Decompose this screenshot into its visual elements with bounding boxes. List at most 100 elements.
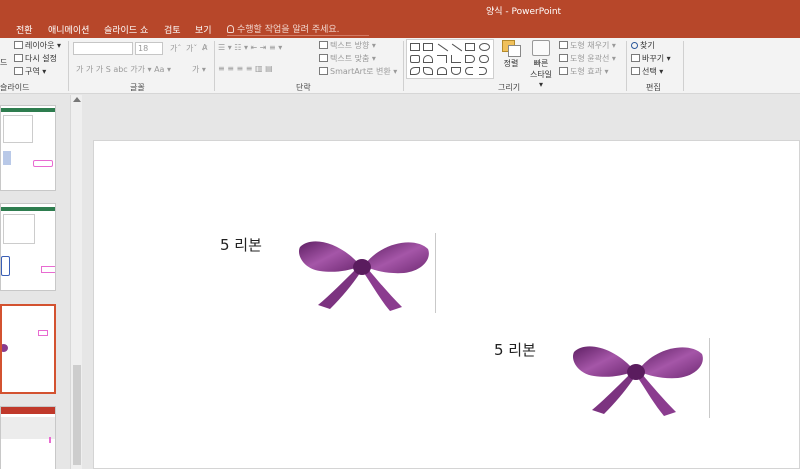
magnifier-icon	[631, 42, 638, 49]
layout-button[interactable]: 레이아웃 ▾	[14, 40, 61, 51]
textbox-shape-icon[interactable]	[410, 43, 420, 51]
align-text-button[interactable]: 텍스트 맞춤 ▾	[319, 53, 376, 64]
tab-animations[interactable]: 애니메이션	[48, 23, 89, 36]
section-icon	[14, 67, 23, 75]
group-separator	[214, 41, 215, 91]
thumb-table-header	[1, 207, 55, 211]
section-button[interactable]: 구역 ▾	[14, 66, 46, 77]
block-arrow-shape-icon[interactable]	[465, 55, 475, 63]
ribbon-image[interactable]	[566, 338, 710, 418]
bullets-button[interactable]: ☰ ▾ ☷ ▾ ⇤ ⇥ ≡ ▾	[218, 43, 282, 52]
shape-effects-button[interactable]: 도형 효과 ▾	[559, 66, 609, 77]
ribbon-caption[interactable]: 5 리본	[220, 234, 262, 255]
font-name-box[interactable]	[73, 42, 133, 55]
wave-shape-icon[interactable]	[451, 67, 461, 75]
freeform-shape-icon[interactable]	[423, 67, 433, 75]
quick-styles-button[interactable]: 빠른 스타일 ▾	[527, 40, 555, 89]
find-button[interactable]: 찾기	[631, 40, 655, 51]
thumb-ribbon-image	[2, 344, 8, 352]
group-separator	[68, 41, 69, 91]
editing-group-label: 편집	[646, 83, 661, 92]
group-separator	[626, 41, 627, 91]
image-edge	[435, 233, 436, 313]
smartart-button[interactable]: SmartArt로 변환 ▾	[319, 66, 397, 77]
slide-thumbnail[interactable]	[0, 406, 56, 469]
shrink-font-button[interactable]: 가ˇ	[186, 43, 197, 54]
curve-shape-icon[interactable]	[410, 67, 420, 75]
reset-icon	[14, 54, 23, 62]
arrange-icon	[502, 40, 521, 57]
ribbon-image[interactable]	[292, 233, 436, 313]
thumbnail-scrollbar[interactable]	[70, 95, 82, 469]
thumb-chart-block	[3, 151, 11, 165]
font-group-label: 글꼴	[130, 83, 145, 92]
slide-thumbnail[interactable]	[0, 105, 56, 191]
text-direction-icon	[319, 41, 328, 49]
purple-ribbon-bow-icon	[298, 241, 429, 311]
left-brace-shape-icon[interactable]	[465, 67, 473, 75]
slides-group-label: 슬라이드	[0, 83, 30, 92]
shapes-gallery[interactable]	[406, 39, 494, 79]
slide-thumbnail[interactable]	[0, 203, 56, 291]
tab-view[interactable]: 보기	[195, 23, 212, 36]
paragraph-group-label: 단락	[296, 83, 311, 92]
elbow-arrow-shape-icon[interactable]	[451, 55, 461, 63]
tab-transitions[interactable]: 전환	[16, 23, 33, 36]
arrange-button[interactable]: 정렬	[499, 40, 523, 69]
slide-thumbnail-selected[interactable]	[0, 304, 56, 394]
thumb-pink-box	[33, 160, 53, 167]
tab-review[interactable]: 검토	[164, 23, 181, 36]
grow-font-button[interactable]: 가ˆ	[170, 43, 181, 54]
ribbon-caption[interactable]: 5 리본	[494, 339, 536, 360]
down-arrow-shape-icon[interactable]	[479, 55, 489, 63]
rectangle-shape-icon[interactable]	[465, 43, 475, 51]
clear-format-button[interactable]: A̷	[202, 43, 207, 52]
select-button[interactable]: 선택 ▾	[631, 66, 663, 77]
drawing-group-label: 그리기	[498, 83, 521, 92]
thumb-gray-block	[1, 417, 55, 439]
oval-shape-icon[interactable]	[479, 43, 490, 51]
cursor-icon	[631, 67, 640, 75]
arc-shape-icon[interactable]	[437, 67, 447, 75]
group-separator	[403, 41, 404, 91]
font-format-row[interactable]: 가 가 가 S abc 가가 ▾ Aa ▾	[76, 64, 171, 75]
scroll-thumb[interactable]	[73, 365, 81, 465]
rounded-rect-shape-icon[interactable]	[410, 55, 420, 63]
smartart-icon	[319, 67, 328, 75]
layout-icon	[14, 41, 23, 49]
replace-button[interactable]: 바꾸기 ▾	[631, 53, 671, 64]
new-slide-button-partial[interactable]: 드	[0, 57, 7, 68]
align-text-icon	[319, 54, 328, 62]
thumb-table	[3, 214, 35, 244]
lightbulb-icon	[227, 25, 234, 33]
quick-styles-icon	[532, 40, 550, 56]
image-edge	[709, 338, 710, 418]
elbow-connector-shape-icon[interactable]	[437, 55, 447, 63]
reset-button[interactable]: 다시 설정	[14, 53, 57, 64]
shape-fill-button[interactable]: 도형 채우기 ▾	[559, 40, 616, 51]
effects-icon	[559, 67, 568, 75]
font-color-button[interactable]: 가 ▾	[192, 64, 206, 75]
thumb-pink-box	[41, 266, 55, 273]
text-direction-button[interactable]: 텍스트 방향 ▾	[319, 40, 376, 51]
slide-canvas[interactable]: 5 리본 5 리본	[93, 140, 800, 469]
tell-me-box[interactable]: 수행할 작업을 알려 주세요.	[227, 22, 369, 36]
window-title: 양식 - PowerPoint	[486, 7, 562, 17]
paint-bucket-icon	[559, 41, 568, 49]
thumb-table	[3, 115, 33, 143]
shape-outline-button[interactable]: 도형 윤곽선 ▾	[559, 53, 616, 64]
font-size-box[interactable]: 18	[135, 42, 163, 55]
thumb-pink-box	[38, 330, 48, 336]
right-brace-shape-icon[interactable]	[479, 67, 487, 75]
arrow-shape-icon[interactable]	[451, 43, 463, 52]
align-buttons[interactable]: ≡ ≡ ≡ ≡ ▥ ▤	[218, 64, 273, 73]
triangle-shape-icon[interactable]	[423, 55, 433, 63]
slide-thumbnail-pane	[0, 95, 70, 469]
group-separator	[683, 41, 684, 91]
scroll-up-arrow-icon[interactable]	[73, 97, 81, 102]
thumb-pink-mark	[49, 437, 51, 443]
vertical-textbox-shape-icon[interactable]	[423, 43, 433, 51]
line-shape-icon[interactable]	[437, 43, 449, 52]
thumb-red-header	[1, 407, 55, 414]
tab-slideshow[interactable]: 슬라이드 쇼	[104, 23, 148, 36]
